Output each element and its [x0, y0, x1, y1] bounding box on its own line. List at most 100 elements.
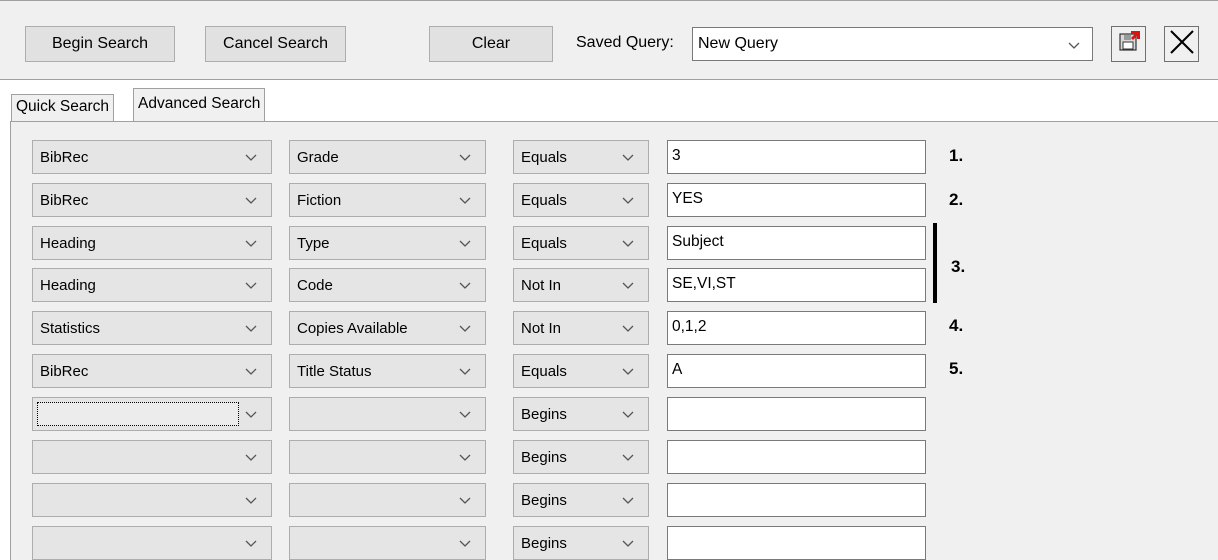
chevron-down-icon [239, 231, 263, 255]
field-select[interactable] [289, 440, 486, 474]
operator-select[interactable]: Equals [513, 140, 649, 174]
chevron-down-icon [616, 445, 640, 469]
value-input-text: SE,VI,ST [672, 275, 736, 292]
table-select[interactable] [32, 440, 272, 474]
table-select-value: Heading [40, 235, 96, 252]
chevron-down-icon [453, 531, 477, 555]
value-input[interactable]: Subject [667, 226, 926, 260]
field-select[interactable]: Type [289, 226, 486, 260]
operator-select-value: Begins [521, 535, 567, 552]
operator-select[interactable]: Not In [513, 311, 649, 345]
chevron-down-icon [453, 445, 477, 469]
chevron-down-icon [616, 488, 640, 512]
value-input[interactable] [667, 483, 926, 517]
cancel-search-button[interactable]: Cancel Search [205, 26, 346, 62]
table-select[interactable]: BibRec [32, 354, 272, 388]
table-select-value: BibRec [40, 192, 89, 209]
chevron-down-icon [616, 145, 640, 169]
annotation-2: 2. [949, 190, 964, 209]
chevron-down-icon [453, 402, 477, 426]
table-select-value: Heading [40, 277, 96, 294]
chevron-down-icon [453, 359, 477, 383]
field-select[interactable]: Copies Available [289, 311, 486, 345]
operator-select-value: Not In [521, 320, 562, 337]
field-select-value: Grade [297, 149, 339, 166]
chevron-down-icon [239, 445, 263, 469]
annotation-bracket [933, 223, 937, 303]
value-input-text: Subject [672, 233, 724, 250]
annotation-1: 1. [949, 146, 964, 165]
annotation-3: 3. [951, 257, 966, 276]
chevron-down-icon [616, 359, 640, 383]
chevron-down-icon [239, 273, 263, 297]
value-input[interactable]: A [667, 354, 926, 388]
field-select[interactable] [289, 526, 486, 560]
chevron-down-icon [453, 488, 477, 512]
close-button[interactable] [1164, 26, 1199, 62]
tab-advanced-search[interactable]: Advanced Search [133, 88, 266, 122]
table-select[interactable] [32, 483, 272, 517]
operator-select-value: Equals [521, 192, 567, 209]
value-input[interactable]: 3 [667, 140, 926, 174]
annotation-5: 5. [949, 359, 964, 378]
close-icon [1168, 28, 1196, 60]
operator-select[interactable]: Equals [513, 226, 649, 260]
field-select[interactable]: Title Status [289, 354, 486, 388]
field-select-value: Title Status [297, 363, 372, 380]
chevron-down-icon [453, 316, 477, 340]
chevron-down-icon [239, 316, 263, 340]
value-input[interactable]: SE,VI,ST [667, 268, 926, 302]
table-select[interactable]: BibRec [32, 140, 272, 174]
chevron-down-icon [1062, 33, 1086, 57]
field-select[interactable] [289, 483, 486, 517]
field-select[interactable]: Grade [289, 140, 486, 174]
table-select[interactable] [32, 397, 272, 431]
operator-select[interactable]: Equals [513, 354, 649, 388]
table-select[interactable] [32, 526, 272, 560]
begin-search-button[interactable]: Begin Search [25, 26, 175, 62]
value-input[interactable] [667, 526, 926, 560]
saved-query-select[interactable]: New Query [692, 27, 1093, 61]
table-select[interactable]: Statistics [32, 311, 272, 345]
operator-select-value: Equals [521, 149, 567, 166]
saved-query-value: New Query [698, 35, 779, 52]
focus-rectangle [37, 402, 239, 426]
chevron-down-icon [239, 402, 263, 426]
table-select[interactable]: BibRec [32, 183, 272, 217]
value-input[interactable]: 0,1,2 [667, 311, 926, 345]
operator-select[interactable]: Not In [513, 268, 649, 302]
field-select-value: Type [297, 235, 330, 252]
operator-select-value: Not In [521, 277, 562, 294]
tab-strip: Quick Search Advanced Search [0, 80, 1218, 122]
operator-select[interactable]: Begins [513, 397, 649, 431]
chevron-down-icon [239, 359, 263, 383]
value-input-text: 3 [672, 147, 681, 164]
table-select[interactable]: Heading [32, 268, 272, 302]
operator-select[interactable]: Begins [513, 483, 649, 517]
chevron-down-icon [453, 273, 477, 297]
chevron-down-icon [239, 188, 263, 212]
save-query-button[interactable] [1111, 26, 1146, 62]
table-select[interactable]: Heading [32, 226, 272, 260]
field-select[interactable] [289, 397, 486, 431]
value-input[interactable] [667, 440, 926, 474]
field-select[interactable]: Fiction [289, 183, 486, 217]
chevron-down-icon [616, 231, 640, 255]
value-input-text: 0,1,2 [672, 318, 707, 335]
chevron-down-icon [453, 188, 477, 212]
operator-select[interactable]: Begins [513, 440, 649, 474]
value-input-text: YES [672, 190, 704, 207]
value-input[interactable] [667, 397, 926, 431]
tab-quick-search[interactable]: Quick Search [11, 94, 115, 122]
toolbar: Begin Search Cancel Search Clear Saved Q… [0, 0, 1218, 80]
clear-button[interactable]: Clear [429, 26, 553, 62]
operator-select[interactable]: Equals [513, 183, 649, 217]
chevron-down-icon [616, 316, 640, 340]
chevron-down-icon [239, 145, 263, 169]
chevron-down-icon [453, 231, 477, 255]
field-select[interactable]: Code [289, 268, 486, 302]
chevron-down-icon [239, 531, 263, 555]
field-select-value: Fiction [297, 192, 342, 209]
operator-select[interactable]: Begins [513, 526, 649, 560]
value-input[interactable]: YES [667, 183, 926, 217]
